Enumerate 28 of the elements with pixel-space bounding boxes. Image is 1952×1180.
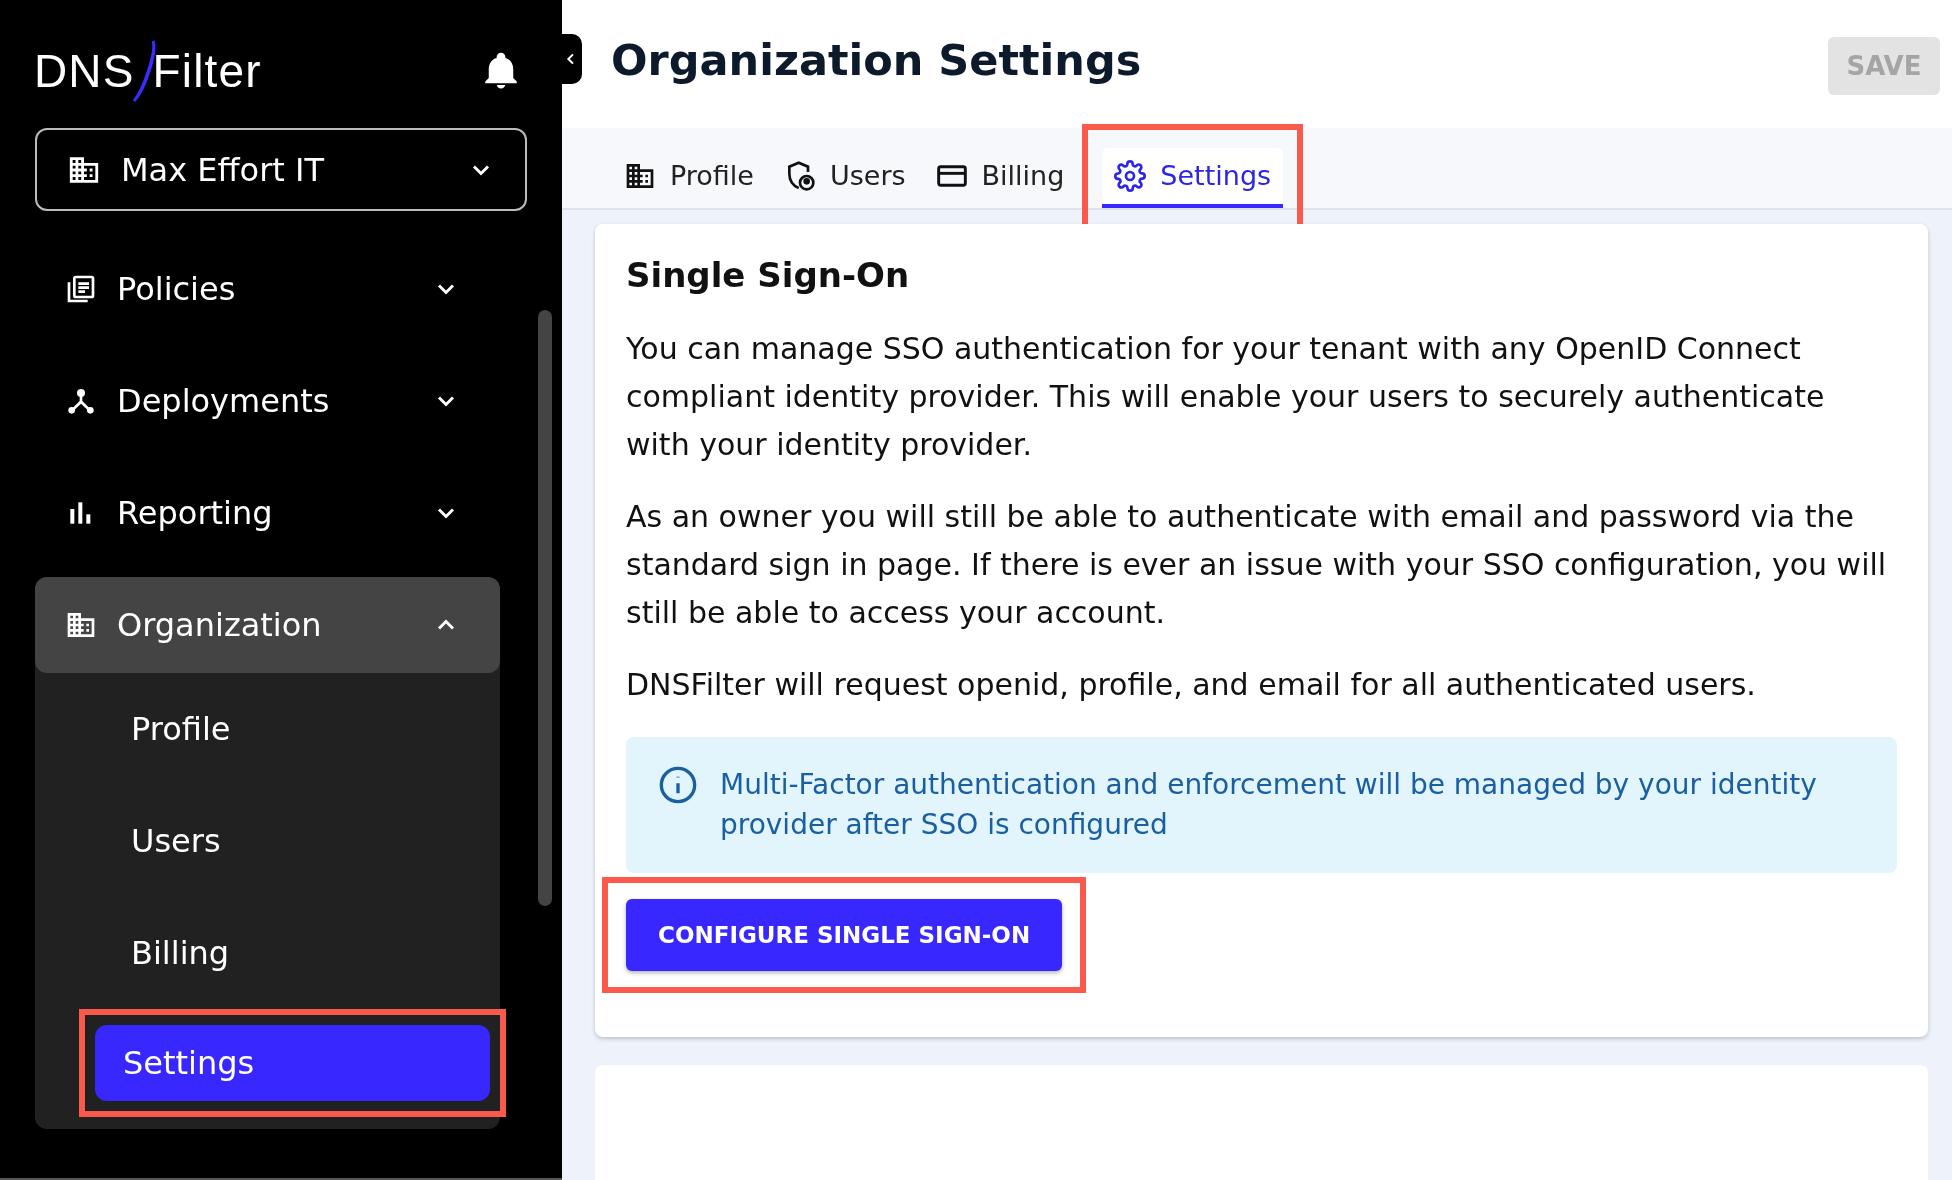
swoosh-icon <box>130 39 157 103</box>
tab[interactable]: Profile <box>612 148 766 208</box>
page-title: Organization Settings <box>611 34 1142 87</box>
nav-item[interactable]: Deployments <box>35 345 500 457</box>
nav-subitem[interactable]: Users <box>35 785 500 897</box>
paragraph: You can manage SSO authentication for your tenant with any OpenID Connect compliant identity provider. This will enable your users to securely authenticate with your identity provider. <box>626 330 1826 464</box>
documents-icon <box>65 273 97 305</box>
info-text: Multi-Factor authentication and enforcement will be managed by your identity provider after SSO is configured <box>720 767 1818 843</box>
tab[interactable]: Settings <box>1102 148 1284 208</box>
nav-item[interactable]: Policies <box>35 233 500 345</box>
settings-icon <box>1114 160 1147 192</box>
paragraph: DNSFilter will request openid, profile, and email for all authenticated users. <box>626 666 1757 704</box>
configure-sso-button[interactable]: CONFIGURE SINGLE SIGN-ON <box>626 899 1063 971</box>
card-title: Single Sign-On <box>626 254 911 297</box>
tab[interactable]: Billing <box>923 148 1077 208</box>
paragraph: As an owner you will still be able to authenticate with email and password via the standard sign in page. If there is ever an issue with your SSO configuration, you will still be able to access your account. <box>626 498 1888 632</box>
nav-item[interactable]: Reporting <box>35 457 500 569</box>
tab[interactable]: Users <box>771 148 918 208</box>
nav-subitem[interactable]: Profile <box>35 673 500 785</box>
nav-item[interactable]: Organization <box>35 577 500 673</box>
collapse-button[interactable] <box>560 34 582 84</box>
org-selector[interactable]: Max Effort IT <box>35 128 527 211</box>
scrollbar[interactable] <box>538 310 552 906</box>
logo-text: DNS <box>34 48 135 94</box>
info-icon <box>658 765 698 805</box>
nav-subitem[interactable]: Billing <box>35 897 500 1009</box>
logo-text: Filter <box>152 48 262 94</box>
nav-subitem[interactable]: Settings <box>95 1025 490 1101</box>
